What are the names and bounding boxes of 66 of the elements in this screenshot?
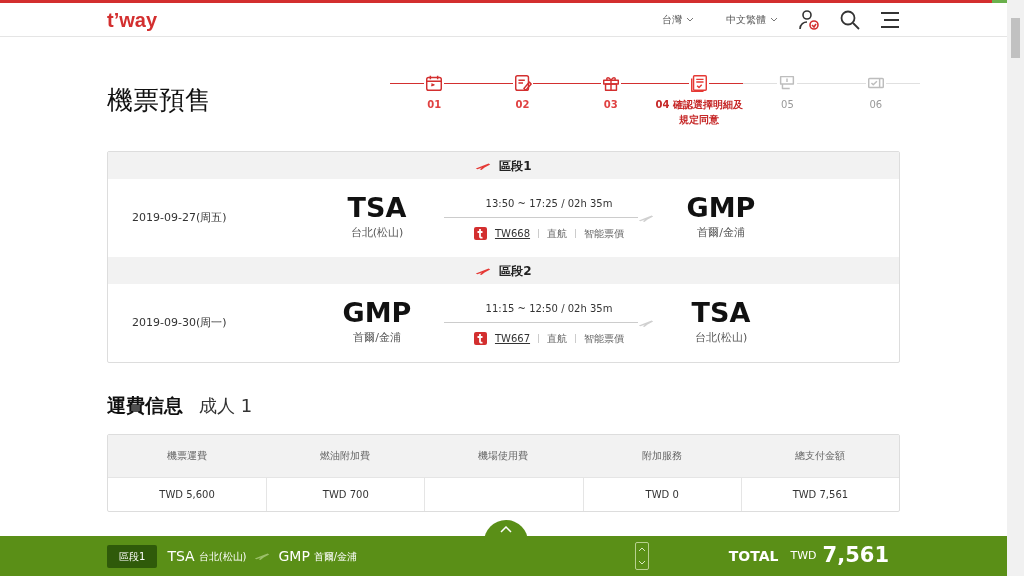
chevron-down-icon bbox=[770, 17, 778, 22]
city-name: 首爾/金浦 bbox=[697, 225, 745, 242]
caret-down-icon bbox=[637, 560, 646, 565]
step-label: 05 bbox=[780, 98, 795, 112]
passenger-count: 成人 1 bbox=[199, 394, 253, 418]
flight-number-link[interactable]: TW667 bbox=[494, 330, 531, 346]
segment-title: 區段1 bbox=[499, 157, 532, 175]
segment-title: 區段2 bbox=[499, 262, 532, 280]
search-icon[interactable] bbox=[840, 9, 860, 30]
table-cell: TWD 5,600 bbox=[108, 476, 267, 511]
separator bbox=[538, 333, 540, 343]
section-title: 運費信息 bbox=[107, 393, 183, 418]
page-title: 機票預售 bbox=[107, 84, 211, 117]
menu-icon[interactable] bbox=[880, 10, 900, 29]
chevron-down-icon bbox=[686, 17, 694, 22]
total-amount: 7,561 bbox=[822, 542, 889, 570]
scrollbar[interactable] bbox=[1007, 0, 1024, 576]
scroll-arrows[interactable] bbox=[634, 542, 649, 570]
airport-code: TSA bbox=[347, 194, 407, 222]
city-name: 台北(松山) bbox=[694, 330, 748, 347]
segment-tag: 區段1 bbox=[107, 544, 158, 568]
step-label: 04 確認選擇明細及規定同意 bbox=[655, 98, 744, 127]
column-header: 機票運費 bbox=[108, 434, 267, 477]
airport-code: GMP bbox=[686, 194, 756, 222]
flight-date: 2019-09-30(周一) bbox=[132, 314, 228, 331]
language-dropdown[interactable]: 中文繁體 bbox=[726, 12, 778, 27]
city-name: 首爾/金浦 bbox=[353, 330, 401, 347]
flight-type: 直航 bbox=[547, 226, 568, 241]
airport-code: TSA bbox=[167, 546, 195, 566]
flight-time: 13:50 ~ 17:25 / 02h 35m bbox=[485, 196, 613, 211]
column-header: 燃油附加費 bbox=[266, 434, 425, 477]
fare-type: 智能票價 bbox=[584, 226, 625, 241]
flight-type: 直航 bbox=[547, 331, 568, 346]
region-dropdown[interactable]: 台灣 bbox=[662, 12, 694, 27]
column-header: 機場使用費 bbox=[424, 434, 583, 477]
fare-type: 智能票價 bbox=[584, 331, 625, 346]
caret-up-icon bbox=[500, 526, 512, 533]
step-label: 06 bbox=[868, 98, 884, 112]
table-cell: TWD 7,561 bbox=[740, 476, 899, 511]
table-cell: TWD 700 bbox=[266, 476, 425, 511]
airline-logo-icon bbox=[473, 331, 487, 345]
column-header: 附加服務 bbox=[582, 434, 741, 477]
airplane-icon bbox=[254, 551, 271, 561]
separator bbox=[575, 333, 577, 343]
airport-code: GMP bbox=[342, 299, 412, 327]
city-name: 台北(松山) bbox=[198, 549, 247, 564]
separator bbox=[538, 228, 540, 238]
currency: TWD bbox=[790, 547, 817, 564]
column-header: 總支付金額 bbox=[740, 434, 899, 477]
total-label: TOTAL bbox=[728, 546, 779, 566]
airport-code: TSA bbox=[691, 299, 751, 327]
flight-number-link[interactable]: TW668 bbox=[494, 225, 531, 241]
airline-logo-icon bbox=[473, 226, 487, 240]
city-name: 台北(松山) bbox=[350, 225, 404, 242]
city-name: 首爾/金浦 bbox=[313, 549, 358, 564]
step-label: 01 bbox=[426, 98, 443, 112]
airport-code: GMP bbox=[278, 546, 310, 566]
separator bbox=[575, 228, 577, 238]
flight-time: 11:15 ~ 12:50 / 02h 35m bbox=[485, 301, 613, 316]
step-label: 03 bbox=[602, 98, 619, 112]
flight-date: 2019-09-27(周五) bbox=[132, 209, 228, 226]
caret-up-icon bbox=[637, 547, 646, 552]
logo[interactable]: t’way bbox=[107, 4, 158, 35]
step-label: 02 bbox=[514, 98, 531, 112]
table-cell: TWD 0 bbox=[582, 476, 741, 511]
user-icon[interactable] bbox=[798, 8, 820, 31]
